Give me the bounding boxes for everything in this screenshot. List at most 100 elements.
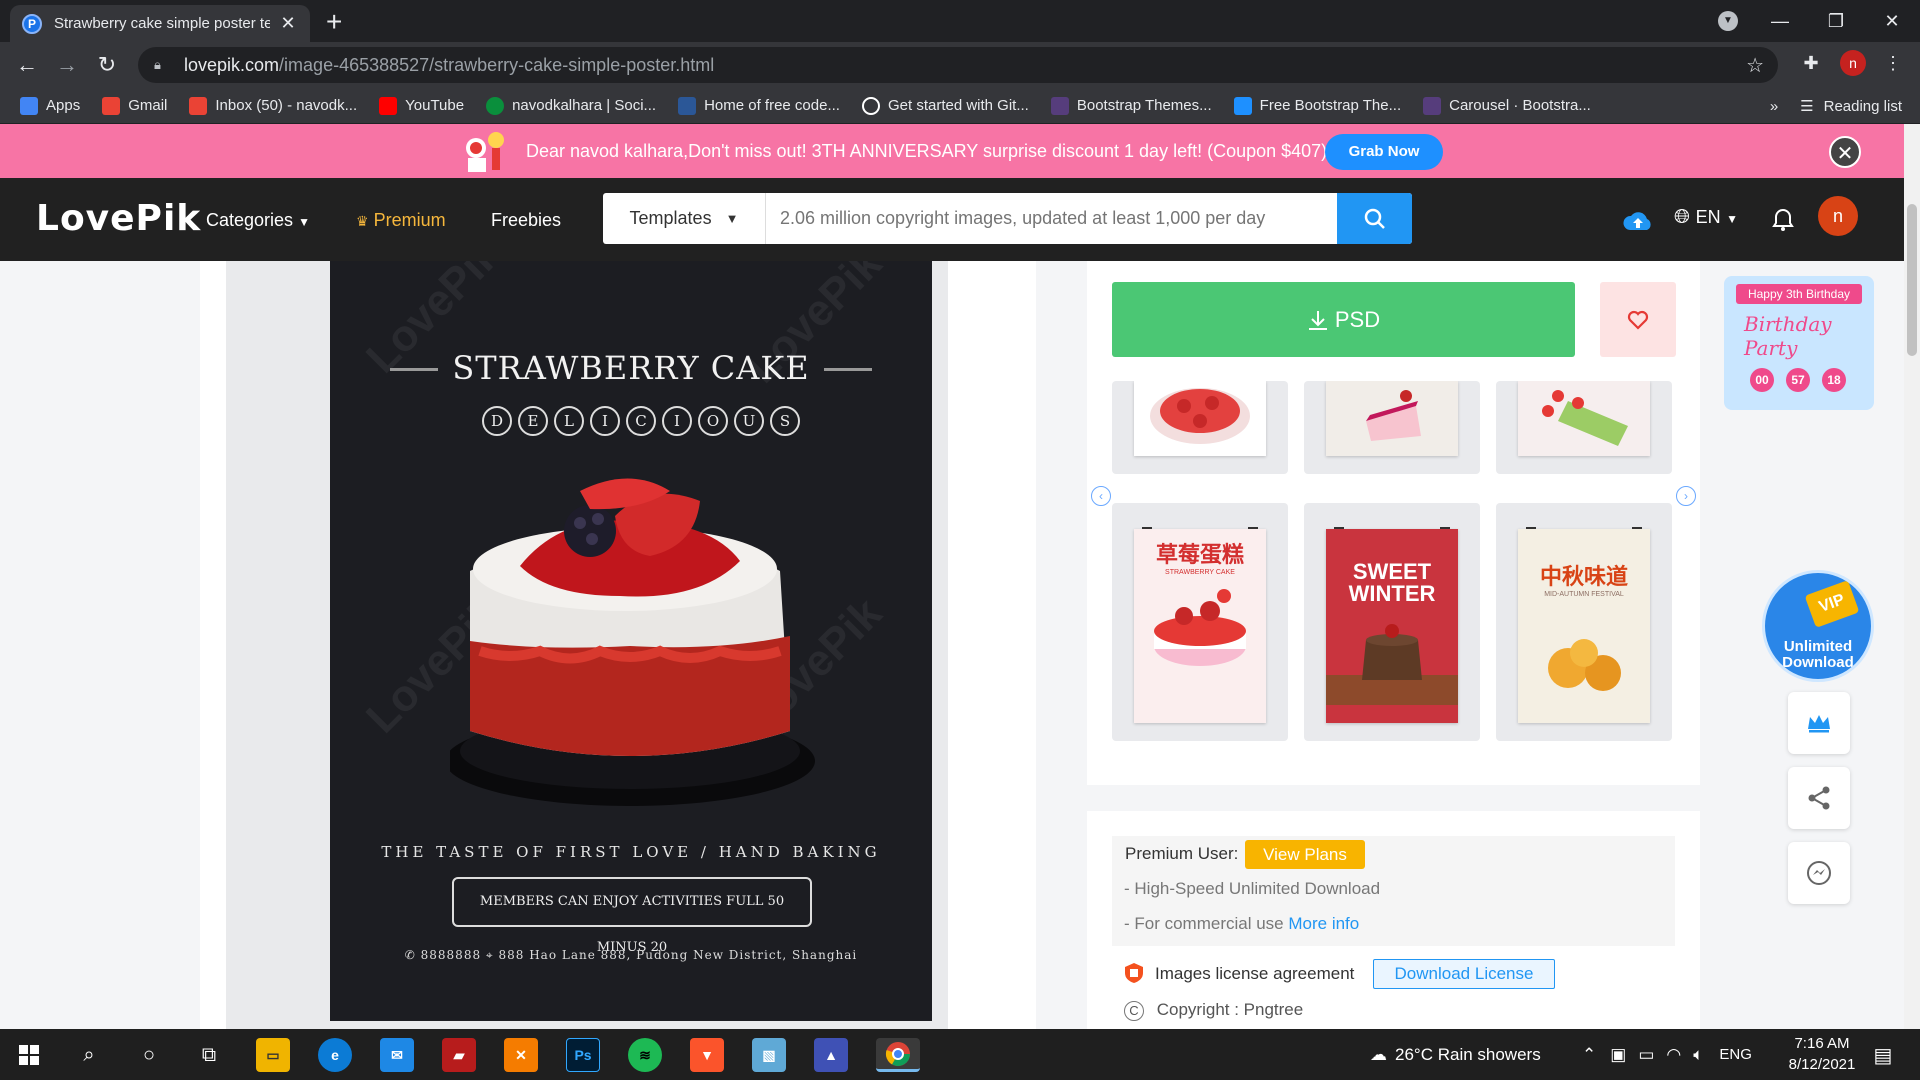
messenger-button[interactable] bbox=[1788, 842, 1850, 904]
bell-icon[interactable] bbox=[1772, 208, 1794, 232]
scrollbar-thumb[interactable] bbox=[1907, 204, 1917, 356]
new-tab-button[interactable]: + bbox=[326, 6, 342, 38]
related-template-thumb[interactable]: SWEET WINTER bbox=[1304, 503, 1480, 741]
xampp-icon[interactable]: ✕ bbox=[504, 1038, 538, 1072]
premium-crown-button[interactable] bbox=[1788, 692, 1850, 754]
car-game-icon[interactable]: ▰ bbox=[442, 1038, 476, 1072]
bookmark-item[interactable]: Home of free code... bbox=[678, 96, 840, 115]
download-license-button[interactable]: Download License bbox=[1373, 959, 1555, 989]
related-template-thumb[interactable]: 草莓蛋糕 STRAWBERRY CAKE bbox=[1112, 503, 1288, 741]
unlimited-download-badge[interactable]: VIP Unlimited Download bbox=[1762, 570, 1874, 682]
bookmarks-overflow-button[interactable]: » bbox=[1770, 98, 1778, 115]
mail-icon[interactable]: ✉ bbox=[380, 1038, 414, 1072]
crown-icon: ♛ bbox=[356, 213, 369, 229]
poster-preview[interactable]: LovePik LovePik LovePik LovePik STRAWBER… bbox=[330, 261, 932, 1021]
windows-start-icon[interactable] bbox=[12, 1038, 46, 1072]
task-view-icon[interactable]: ⧉ bbox=[192, 1038, 226, 1072]
volume-icon[interactable]: 🔈︎ bbox=[1693, 1045, 1703, 1065]
app-icon[interactable]: ▲ bbox=[814, 1038, 848, 1072]
bookmark-star-icon[interactable]: ☆ bbox=[1746, 53, 1764, 78]
poster-letter-circle: I bbox=[590, 406, 620, 436]
carousel-next-icon[interactable]: › bbox=[1676, 486, 1696, 506]
notes-app-icon[interactable]: ▧ bbox=[752, 1038, 786, 1072]
download-psd-button[interactable]: PSD bbox=[1112, 282, 1575, 357]
reload-button[interactable]: ↻ bbox=[92, 50, 122, 80]
weather-widget[interactable]: ☁ 26°C Rain showers bbox=[1370, 1029, 1541, 1080]
back-button[interactable]: ← bbox=[12, 50, 42, 80]
language-selector[interactable]: 🌐︎ EN ▼ bbox=[1674, 206, 1738, 229]
close-tab-icon[interactable]: ✕ bbox=[278, 13, 298, 34]
reading-list-label[interactable]: Reading list bbox=[1824, 98, 1902, 115]
globe-icon: 🌐︎ bbox=[1674, 206, 1690, 228]
photoshop-icon[interactable]: Ps bbox=[566, 1038, 600, 1072]
minimize-button[interactable]: — bbox=[1752, 11, 1808, 32]
language-indicator[interactable]: ENG bbox=[1719, 1046, 1752, 1063]
related-template-thumb[interactable] bbox=[1304, 381, 1480, 474]
bookmark-item[interactable]: YouTube bbox=[379, 96, 464, 115]
url-domain: lovepik.com bbox=[184, 54, 280, 75]
tray-chevron-icon[interactable]: ⌃ bbox=[1582, 1045, 1596, 1065]
poster-letter-circles: DELICIOUS bbox=[482, 406, 806, 436]
search-input[interactable] bbox=[766, 193, 1337, 244]
related-template-thumb[interactable]: 中秋味道 MID-AUTUMN FESTIVAL bbox=[1496, 503, 1672, 741]
nav-freebies[interactable]: Freebies bbox=[491, 210, 561, 231]
view-plans-button[interactable]: View Plans bbox=[1245, 840, 1365, 869]
brave-icon[interactable]: ▼ bbox=[690, 1038, 724, 1072]
close-banner-icon[interactable]: ✕ bbox=[1829, 136, 1861, 168]
user-avatar[interactable]: n bbox=[1818, 196, 1858, 236]
reading-list-icon[interactable]: ☰ bbox=[1800, 97, 1813, 115]
title-rule-right bbox=[824, 368, 872, 371]
bookmark-item[interactable]: Free Bootstrap The... bbox=[1233, 96, 1401, 115]
address-bar[interactable]: 🔒︎ lovepik.com/image-465388527/strawberr… bbox=[138, 47, 1778, 83]
thumb-image: 中秋味道 MID-AUTUMN FESTIVAL bbox=[1518, 529, 1650, 723]
more-info-link[interactable]: More info bbox=[1288, 914, 1359, 933]
battery-icon[interactable]: ▭ bbox=[1638, 1045, 1654, 1065]
chrome-icon[interactable] bbox=[876, 1038, 920, 1072]
carousel-prev-icon[interactable]: ‹ bbox=[1091, 486, 1111, 506]
search-button[interactable] bbox=[1337, 193, 1412, 244]
wifi-icon[interactable]: ◠ bbox=[1666, 1045, 1681, 1065]
forward-button[interactable]: → bbox=[52, 50, 82, 80]
search-category-select[interactable]: Templates ▼ bbox=[603, 193, 766, 244]
bookmark-item[interactable]: Get started with Git... bbox=[861, 96, 1029, 115]
nav-categories[interactable]: Categories ▼ bbox=[206, 210, 310, 231]
close-window-button[interactable]: ✕ bbox=[1864, 11, 1920, 32]
file-explorer-icon[interactable]: ▭ bbox=[256, 1038, 290, 1072]
tray-app-icon[interactable]: ▣ bbox=[1610, 1045, 1626, 1065]
spotify-icon[interactable]: ≋ bbox=[628, 1038, 662, 1072]
bookmark-item[interactable]: Carousel · Bootstra... bbox=[1423, 96, 1591, 115]
bookmark-item[interactable]: Inbox (50) - navodk... bbox=[189, 96, 357, 115]
bookmark-item[interactable]: Gmail bbox=[102, 96, 167, 115]
share-button[interactable] bbox=[1788, 767, 1850, 829]
page-scrollbar[interactable] bbox=[1904, 124, 1920, 1029]
maximize-button[interactable]: ❐ bbox=[1808, 11, 1864, 32]
chrome-menu-icon[interactable]: ⋮ bbox=[1880, 50, 1906, 76]
related-template-thumb[interactable] bbox=[1112, 381, 1288, 474]
edge-icon[interactable]: e bbox=[318, 1038, 352, 1072]
nav-premium-label: Premium bbox=[373, 210, 446, 230]
chocolate-cake-thumb-image bbox=[1326, 624, 1458, 705]
bday-title: Happy 3th Birthday bbox=[1736, 284, 1862, 304]
bookmark-item[interactable]: navodkalhara | Soci... bbox=[486, 96, 656, 115]
premium-user-label: Premium User: bbox=[1125, 844, 1239, 863]
search-icon[interactable]: ⌕ bbox=[72, 1038, 106, 1072]
extensions-puzzle-icon[interactable]: ✚ bbox=[1798, 50, 1824, 76]
related-template-thumb[interactable] bbox=[1496, 381, 1672, 474]
bookmark-item[interactable]: Bootstrap Themes... bbox=[1050, 96, 1212, 115]
browser-tab-active[interactable]: P Strawberry cake simple poster te ✕ bbox=[10, 5, 310, 42]
notification-center-icon[interactable]: ▤ bbox=[1866, 1038, 1900, 1072]
lovepik-logo[interactable]: LovePik bbox=[36, 198, 201, 239]
mascot-illustration-icon bbox=[466, 132, 504, 172]
bookmark-item[interactable]: Apps bbox=[20, 96, 80, 115]
grab-now-button[interactable]: Grab Now bbox=[1325, 134, 1443, 170]
taskbar-clock[interactable]: 7:16 AM 8/12/2021 bbox=[1772, 1033, 1872, 1075]
favorite-button[interactable] bbox=[1600, 282, 1676, 357]
lock-icon[interactable]: 🔒︎ bbox=[154, 57, 168, 73]
nav-premium[interactable]: ♛ Premium bbox=[356, 210, 446, 231]
cortana-icon[interactable]: ○ bbox=[132, 1038, 166, 1072]
birthday-promo-widget[interactable]: Happy 3th Birthday Birthday Party 00 57 … bbox=[1724, 276, 1874, 410]
system-tray: ⌃ ▣ ▭ ◠ 🔈︎ ENG bbox=[1582, 1029, 1752, 1080]
upload-cloud-icon[interactable] bbox=[1622, 210, 1654, 232]
tab-search-icon[interactable]: ▼ bbox=[1718, 11, 1738, 31]
profile-avatar[interactable]: n bbox=[1840, 50, 1866, 76]
